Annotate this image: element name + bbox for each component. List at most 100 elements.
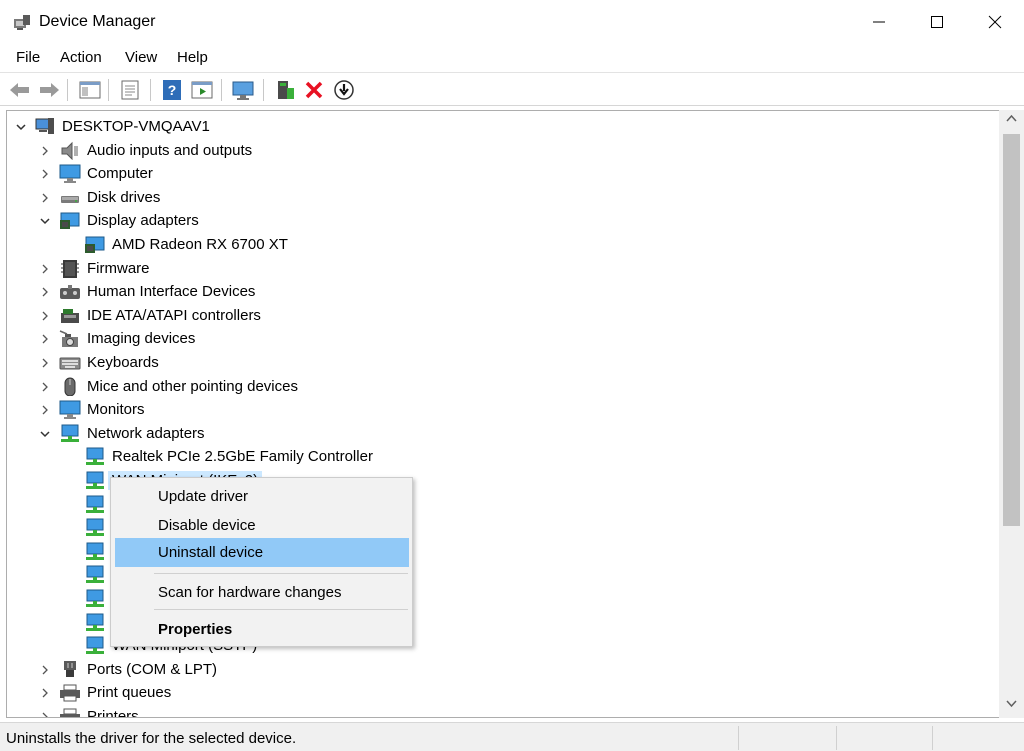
chevron-right-icon[interactable] [39, 262, 51, 274]
tree-category-item[interactable]: Printers [7, 705, 1007, 717]
scan-hardware-icon [232, 81, 254, 100]
vertical-scrollbar[interactable] [999, 110, 1024, 718]
toolbar: ? [0, 72, 1024, 106]
tree-category-item[interactable]: Audio inputs and outputs [7, 139, 1007, 162]
status-bar: Uninstalls the driver for the selected d… [0, 722, 1024, 751]
tree-item-label: Ports (COM & LPT) [87, 660, 218, 678]
firmware-icon [59, 258, 81, 278]
ctx-separator [154, 573, 408, 574]
help-button[interactable]: ? [160, 78, 184, 102]
tree-category-item[interactable]: Computer [7, 162, 1007, 185]
menu-action[interactable]: Action [60, 48, 102, 68]
chevron-right-icon[interactable] [39, 686, 51, 698]
tree-item-label: Human Interface Devices [87, 283, 256, 301]
menu-file[interactable]: File [16, 48, 40, 68]
tree-category-item[interactable]: Mice and other pointing devices [7, 375, 1007, 398]
tree-category-item[interactable]: Monitors [7, 398, 1007, 421]
chevron-right-icon[interactable] [39, 167, 51, 179]
status-pane-divider [932, 726, 933, 750]
chevron-down-icon[interactable] [15, 120, 27, 132]
scan-hardware-button[interactable] [231, 78, 255, 102]
tree-category-item[interactable]: IDE ATA/ATAPI controllers [7, 304, 1007, 327]
ctx-item-label: Update driver [158, 488, 249, 505]
ctx-item-label: Properties [158, 621, 233, 638]
chevron-right-icon[interactable] [39, 710, 51, 717]
console-tree-button[interactable] [78, 78, 102, 102]
forward-arrow-icon [40, 83, 59, 97]
tree-category-item[interactable]: Firmware [7, 257, 1007, 280]
chevron-right-icon[interactable] [39, 309, 51, 321]
speaker-icon [59, 140, 81, 160]
tree-item-label: Disk drives [87, 188, 161, 206]
chevron-right-icon[interactable] [39, 403, 51, 415]
chevron-right-icon[interactable] [39, 144, 51, 156]
tree-item-label: IDE ATA/ATAPI controllers [87, 306, 261, 324]
close-button[interactable] [966, 0, 1024, 44]
network-adapter-icon [84, 494, 106, 514]
help-icon: ? [163, 80, 181, 100]
ctx-separator [154, 609, 408, 610]
tree-item-label: Print queues [87, 684, 172, 702]
tree-category-item[interactable]: Display adapters [7, 209, 1007, 232]
network-adapter-icon [59, 423, 81, 443]
network-adapter-icon [84, 517, 106, 537]
minimize-button[interactable] [850, 0, 908, 44]
forward-button[interactable] [37, 78, 61, 102]
chevron-down-icon[interactable] [39, 214, 51, 226]
chevron-right-icon[interactable] [39, 285, 51, 297]
tree-device-item[interactable]: Realtek PCIe 2.5GbE Family Controller [7, 445, 1007, 468]
tree-item-label: Display adapters [87, 212, 199, 230]
back-arrow-icon [10, 83, 29, 97]
properties-icon [121, 80, 139, 100]
back-button[interactable] [8, 78, 32, 102]
ctx-update-driver[interactable]: Update driver [115, 482, 409, 511]
ctx-item-label: Uninstall device [158, 544, 264, 561]
uninstall-device-button[interactable] [302, 78, 326, 102]
computer-root-icon [34, 116, 56, 136]
properties-button[interactable] [118, 78, 142, 102]
ctx-disable-device[interactable]: Disable device [115, 511, 409, 540]
menu-view[interactable]: View [125, 48, 157, 68]
tree-item-label: Imaging devices [87, 330, 196, 348]
scrollbar-thumb[interactable] [1003, 134, 1020, 526]
download-driver-button[interactable] [332, 78, 356, 102]
monitor-icon [59, 399, 81, 420]
tree-category-item[interactable]: Disk drives [7, 186, 1007, 209]
maximize-button[interactable] [908, 0, 966, 44]
disk-drive-icon [59, 187, 81, 207]
close-icon [988, 15, 1002, 29]
network-adapter-icon [84, 564, 106, 584]
status-pane-divider [836, 726, 837, 750]
action-pane-button[interactable] [190, 78, 214, 102]
chevron-right-icon[interactable] [39, 332, 51, 344]
chevron-right-icon[interactable] [39, 663, 51, 675]
ctx-scan-hardware[interactable]: Scan for hardware changes [115, 578, 409, 607]
tree-item-label: Mice and other pointing devices [87, 377, 298, 395]
display-adapter-icon [84, 234, 106, 254]
scroll-up-icon[interactable] [1006, 114, 1017, 122]
tree-category-item[interactable]: Imaging devices [7, 327, 1007, 350]
tree-category-item[interactable]: Ports (COM & LPT) [7, 658, 1007, 681]
tree-device-item[interactable]: AMD Radeon RX 6700 XT [7, 233, 1007, 256]
tree-category-item[interactable]: Keyboards [7, 351, 1007, 374]
camera-icon [59, 328, 81, 348]
ctx-properties[interactable]: Properties [115, 615, 409, 644]
tree-category-item[interactable]: Human Interface Devices [7, 280, 1007, 303]
tree-item-label: Keyboards [87, 354, 159, 371]
tree-category-item[interactable]: Print queues [7, 681, 1007, 704]
update-driver-button[interactable] [273, 78, 297, 102]
scroll-down-icon[interactable] [1006, 700, 1017, 708]
menu-help[interactable]: Help [177, 48, 208, 68]
mouse-icon [59, 376, 81, 397]
network-adapter-icon [84, 470, 106, 490]
tree-category-item[interactable]: Network adapters [7, 422, 1007, 445]
printer-icon [59, 682, 81, 702]
show-action-pane-icon [191, 81, 213, 99]
chevron-right-icon[interactable] [39, 380, 51, 392]
tree-root[interactable]: DESKTOP-VMQAAV1 [7, 115, 1007, 138]
network-adapter-icon [84, 446, 106, 466]
chevron-right-icon[interactable] [39, 356, 51, 368]
chevron-right-icon[interactable] [39, 191, 51, 203]
ctx-uninstall-device[interactable]: Uninstall device [115, 538, 409, 567]
chevron-down-icon[interactable] [39, 427, 51, 439]
